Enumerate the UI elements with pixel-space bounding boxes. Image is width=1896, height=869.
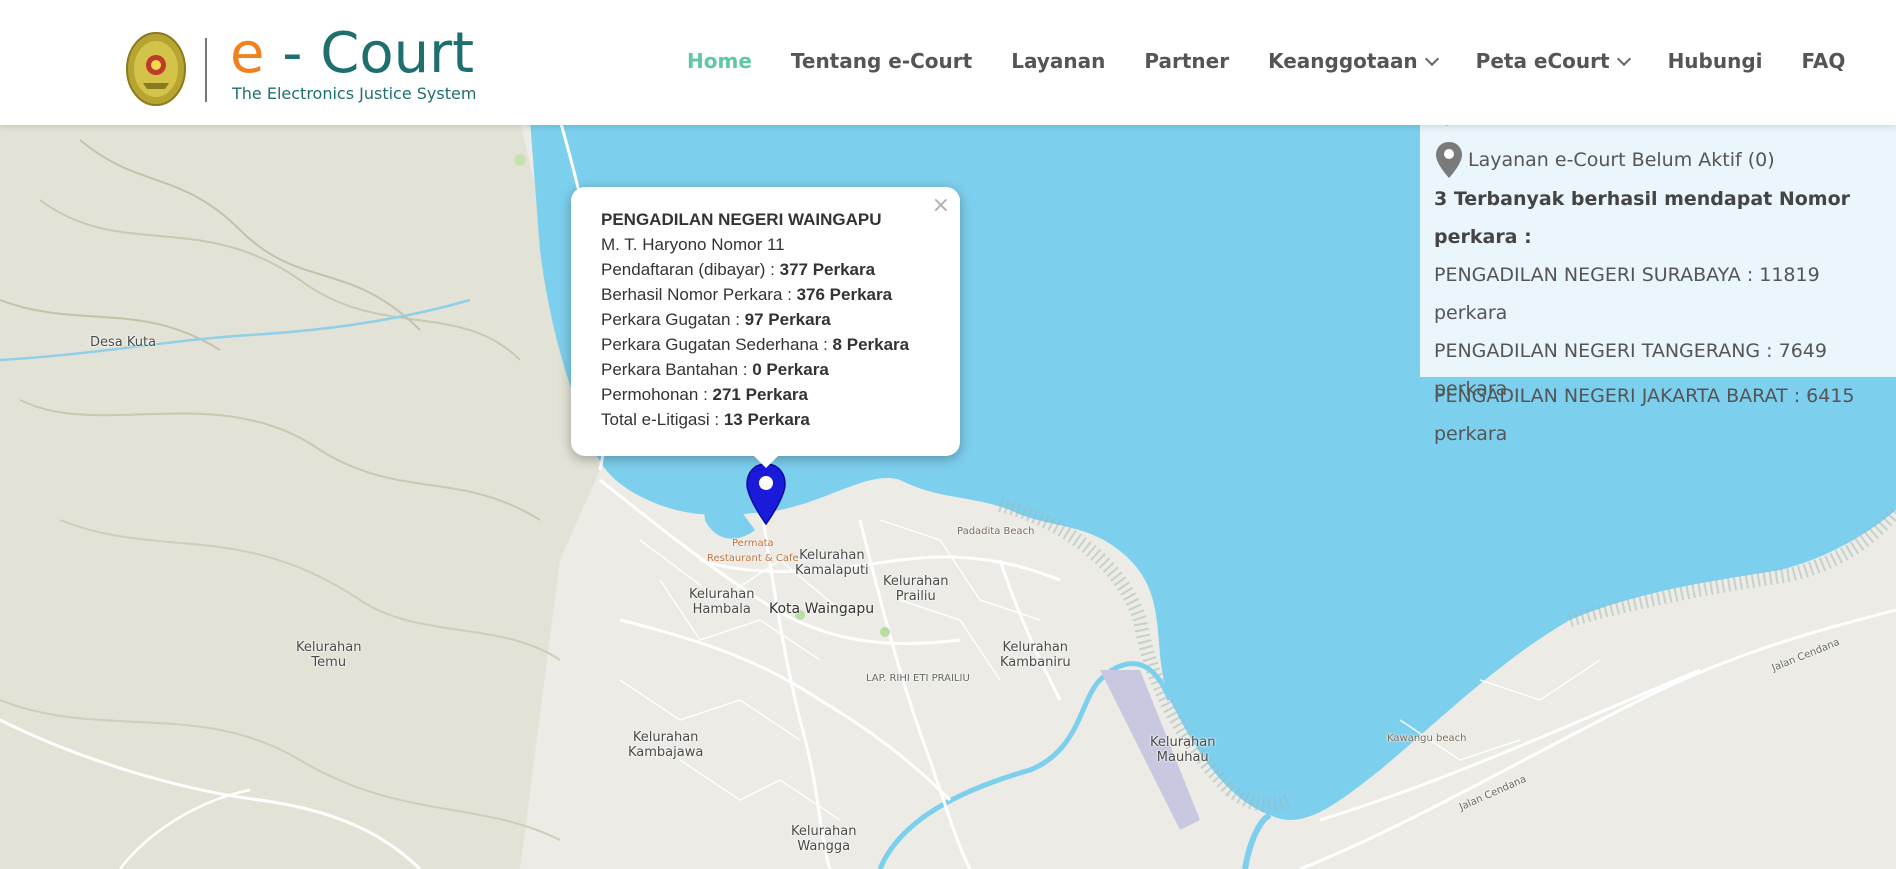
court-location-marker[interactable]	[745, 462, 787, 531]
map-label-kelurahan-temu: Kelurahan Temu	[296, 640, 362, 670]
court-info-popup: × PENGADILAN NEGERI WAINGAPU M. T. Haryo…	[571, 187, 960, 456]
logo-court-text: - Court	[264, 21, 475, 86]
nav-layanan[interactable]: Layanan	[1011, 49, 1105, 73]
legend-top-heading: 3 Terbanyak berhasil mendapat Nomor perk…	[1434, 188, 1851, 248]
map-legend-panel: Layanan e-Court Belum Aktif (0) 3 Terban…	[1420, 100, 1896, 400]
popup-court-name: PENGADILAN NEGERI WAINGAPU	[601, 210, 882, 229]
popup-stat-berhasil-nomor: Berhasil Nomor Perkara : 376 Perkara	[601, 285, 893, 304]
legend-inactive-label: Layanan e-Court Belum Aktif (0)	[1468, 149, 1775, 171]
popup-stat-total-elitigasi: Total e-Litigasi : 13 Perkara	[601, 410, 810, 429]
map-label-kelurahan-hambala: Kelurahan Hambala	[689, 587, 755, 617]
map-poi-permata-restaurant: Permata Restaurant & Cafe	[707, 538, 799, 564]
nav-hubungi[interactable]: Hubungi	[1668, 49, 1763, 73]
court-emblem-logo[interactable]	[125, 31, 187, 107]
site-logo-text[interactable]: e - Court	[230, 22, 474, 86]
map-label-desa-kuta: Desa Kuta	[90, 335, 157, 350]
map-label-kelurahan-kambaniru: Kelurahan Kambaniru	[1000, 640, 1071, 670]
nav-keanggotaan[interactable]: Keanggotaan	[1268, 49, 1439, 73]
site-tagline: The Electronics Justice System	[232, 84, 477, 103]
map-label-kota-waingapu: Kota Waingapu	[769, 601, 875, 617]
inactive-pin-icon	[1436, 142, 1462, 178]
popup-stat-gugatan-sederhana: Perkara Gugatan Sederhana : 8 Perkara	[601, 335, 910, 354]
chevron-down-icon	[1424, 51, 1439, 66]
map-label-kelurahan-wangga: Kelurahan Wangga	[791, 824, 857, 854]
nav-tentang-ecourt[interactable]: Tentang e-Court	[791, 49, 972, 73]
popup-stat-bantahan: Perkara Bantahan : 0 Perkara	[601, 360, 829, 379]
nav-faq[interactable]: FAQ	[1802, 49, 1846, 73]
popup-stat-permohonan: Permohonan : 271 Perkara	[601, 385, 808, 404]
popup-address: M. T. Haryono Nomor 11	[601, 235, 785, 254]
map-label-kelurahan-mauhau: Kelurahan Mauhau	[1150, 735, 1216, 765]
map-label-kelurahan-kambajawa: Kelurahan Kambajawa	[628, 730, 704, 760]
popup-stat-pendaftaran: Pendaftaran (dibayar) : 377 Perkara	[601, 260, 876, 279]
legend-overflow: PENGADILAN NEGERI JAKARTA BARAT : 6415 p…	[1420, 377, 1896, 453]
chevron-down-icon	[1616, 51, 1631, 66]
main-navigation: Home Tentang e-Court Layanan Partner Kea…	[687, 46, 1845, 76]
map-label-lap-rihi: LAP. RIHI ETI PRAILIU	[866, 673, 970, 684]
nav-partner[interactable]: Partner	[1144, 49, 1229, 73]
nav-home[interactable]: Home	[687, 49, 752, 73]
nav-peta-ecourt[interactable]: Peta eCourt	[1476, 49, 1631, 73]
logo-letter-e: e	[230, 21, 265, 86]
map-label-kelurahan-kamalaputi: Kelurahan Kamalaputi	[795, 548, 869, 578]
logo-divider	[205, 38, 207, 102]
legend-inactive-row: Layanan e-Court Belum Aktif (0)	[1420, 140, 1896, 180]
map-poi-kawangu-beach: Kawangu beach	[1387, 733, 1467, 744]
map-poi-padadita-beach: Padadita Beach	[957, 526, 1035, 537]
popup-stat-gugatan: Perkara Gugatan : 97 Perkara	[601, 310, 831, 329]
site-header: e - Court The Electronics Justice System…	[0, 0, 1896, 125]
legend-top-item-3: PENGADILAN NEGERI JAKARTA BARAT : 6415 p…	[1434, 385, 1855, 445]
map-label-kelurahan-prailiu: Kelurahan Prailiu	[883, 574, 949, 604]
legend-top-item-1: PENGADILAN NEGERI SURABAYA : 11819 perka…	[1434, 264, 1820, 324]
popup-pointer	[752, 454, 780, 468]
